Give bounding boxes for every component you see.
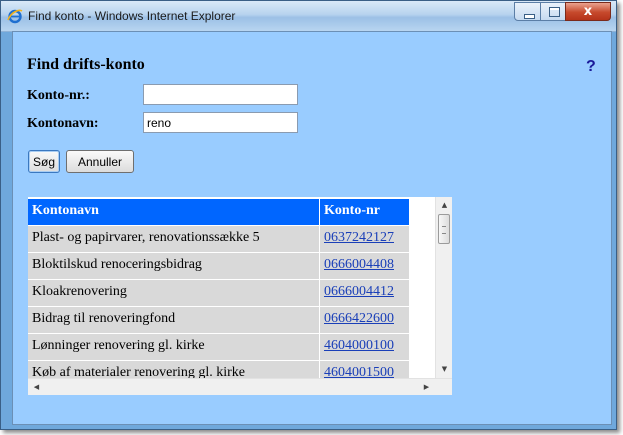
kontonavn-cell: Bidrag til renoveringfond (28, 307, 320, 333)
vertical-scrollbar[interactable]: ▲ ▼ (435, 197, 452, 378)
kontonavn-cell: Kloakrenovering (28, 280, 320, 306)
scroll-right-icon[interactable]: ▶ (418, 379, 435, 395)
table-row: Kloakrenovering 0666004412 (28, 280, 409, 307)
kontonavn-cell: Lønninger renovering gl. kirke (28, 334, 320, 360)
maximize-icon (549, 7, 560, 17)
table-header-row: Kontonavn Konto-nr (28, 199, 409, 226)
scroll-up-icon[interactable]: ▲ (436, 197, 452, 214)
page-title: Find drifts-konto (27, 56, 145, 73)
konto-nr-link[interactable]: 0666004412 (324, 284, 394, 299)
kontonavn-cell: Plast- og papirvarer, renovationssække 5 (28, 226, 320, 252)
column-header-kontonavn: Kontonavn (28, 199, 320, 225)
konto-nr-link[interactable]: 0666004408 (324, 257, 394, 272)
minimize-icon (524, 14, 535, 19)
minimize-button[interactable] (514, 2, 541, 21)
close-button[interactable]: x (565, 2, 611, 21)
konto-nr-link[interactable]: 0637242127 (324, 230, 394, 245)
konto-nr-label: Konto-nr.: (27, 88, 90, 103)
table-row: Bidrag til renoveringfond 0666422600 (28, 307, 409, 334)
scroll-thumb[interactable] (438, 214, 450, 244)
scroll-down-icon[interactable]: ▼ (436, 361, 452, 378)
help-link[interactable]: ? (586, 58, 596, 76)
title-bar[interactable]: Find konto - Windows Internet Explorer x (1, 1, 616, 32)
results-table: Kontonavn Konto-nr Plast- og papirvarer,… (28, 199, 409, 388)
browser-window: Find konto - Windows Internet Explorer x… (0, 0, 617, 430)
maximize-button[interactable] (540, 2, 566, 21)
results-panel: Kontonavn Konto-nr Plast- og papirvarer,… (28, 197, 452, 395)
column-header-konto-nr: Konto-nr (320, 199, 409, 225)
horizontal-scrollbar[interactable]: ◀ ▶ (28, 378, 452, 395)
cancel-button[interactable]: Annuller (66, 150, 134, 173)
table-row: Bloktilskud renoceringsbidrag 0666004408 (28, 253, 409, 280)
konto-nr-input[interactable] (143, 84, 298, 105)
close-icon: x (583, 4, 593, 19)
table-row: Plast- og papirvarer, renovationssække 5… (28, 226, 409, 253)
search-button[interactable]: Søg (28, 150, 60, 173)
scroll-left-icon[interactable]: ◀ (28, 379, 45, 395)
kontonavn-label: Kontonavn: (27, 116, 99, 131)
table-row: Lønninger renovering gl. kirke 460400010… (28, 334, 409, 361)
window-title: Find konto - Windows Internet Explorer (28, 9, 236, 23)
page-content: Find drifts-konto ? Konto-nr.: Kontonavn… (12, 31, 612, 425)
kontonavn-input[interactable] (143, 112, 298, 133)
konto-nr-link[interactable]: 0666422600 (324, 311, 394, 326)
ie-icon (7, 9, 23, 24)
konto-nr-link[interactable]: 4604000100 (324, 338, 394, 353)
kontonavn-cell: Bloktilskud renoceringsbidrag (28, 253, 320, 279)
